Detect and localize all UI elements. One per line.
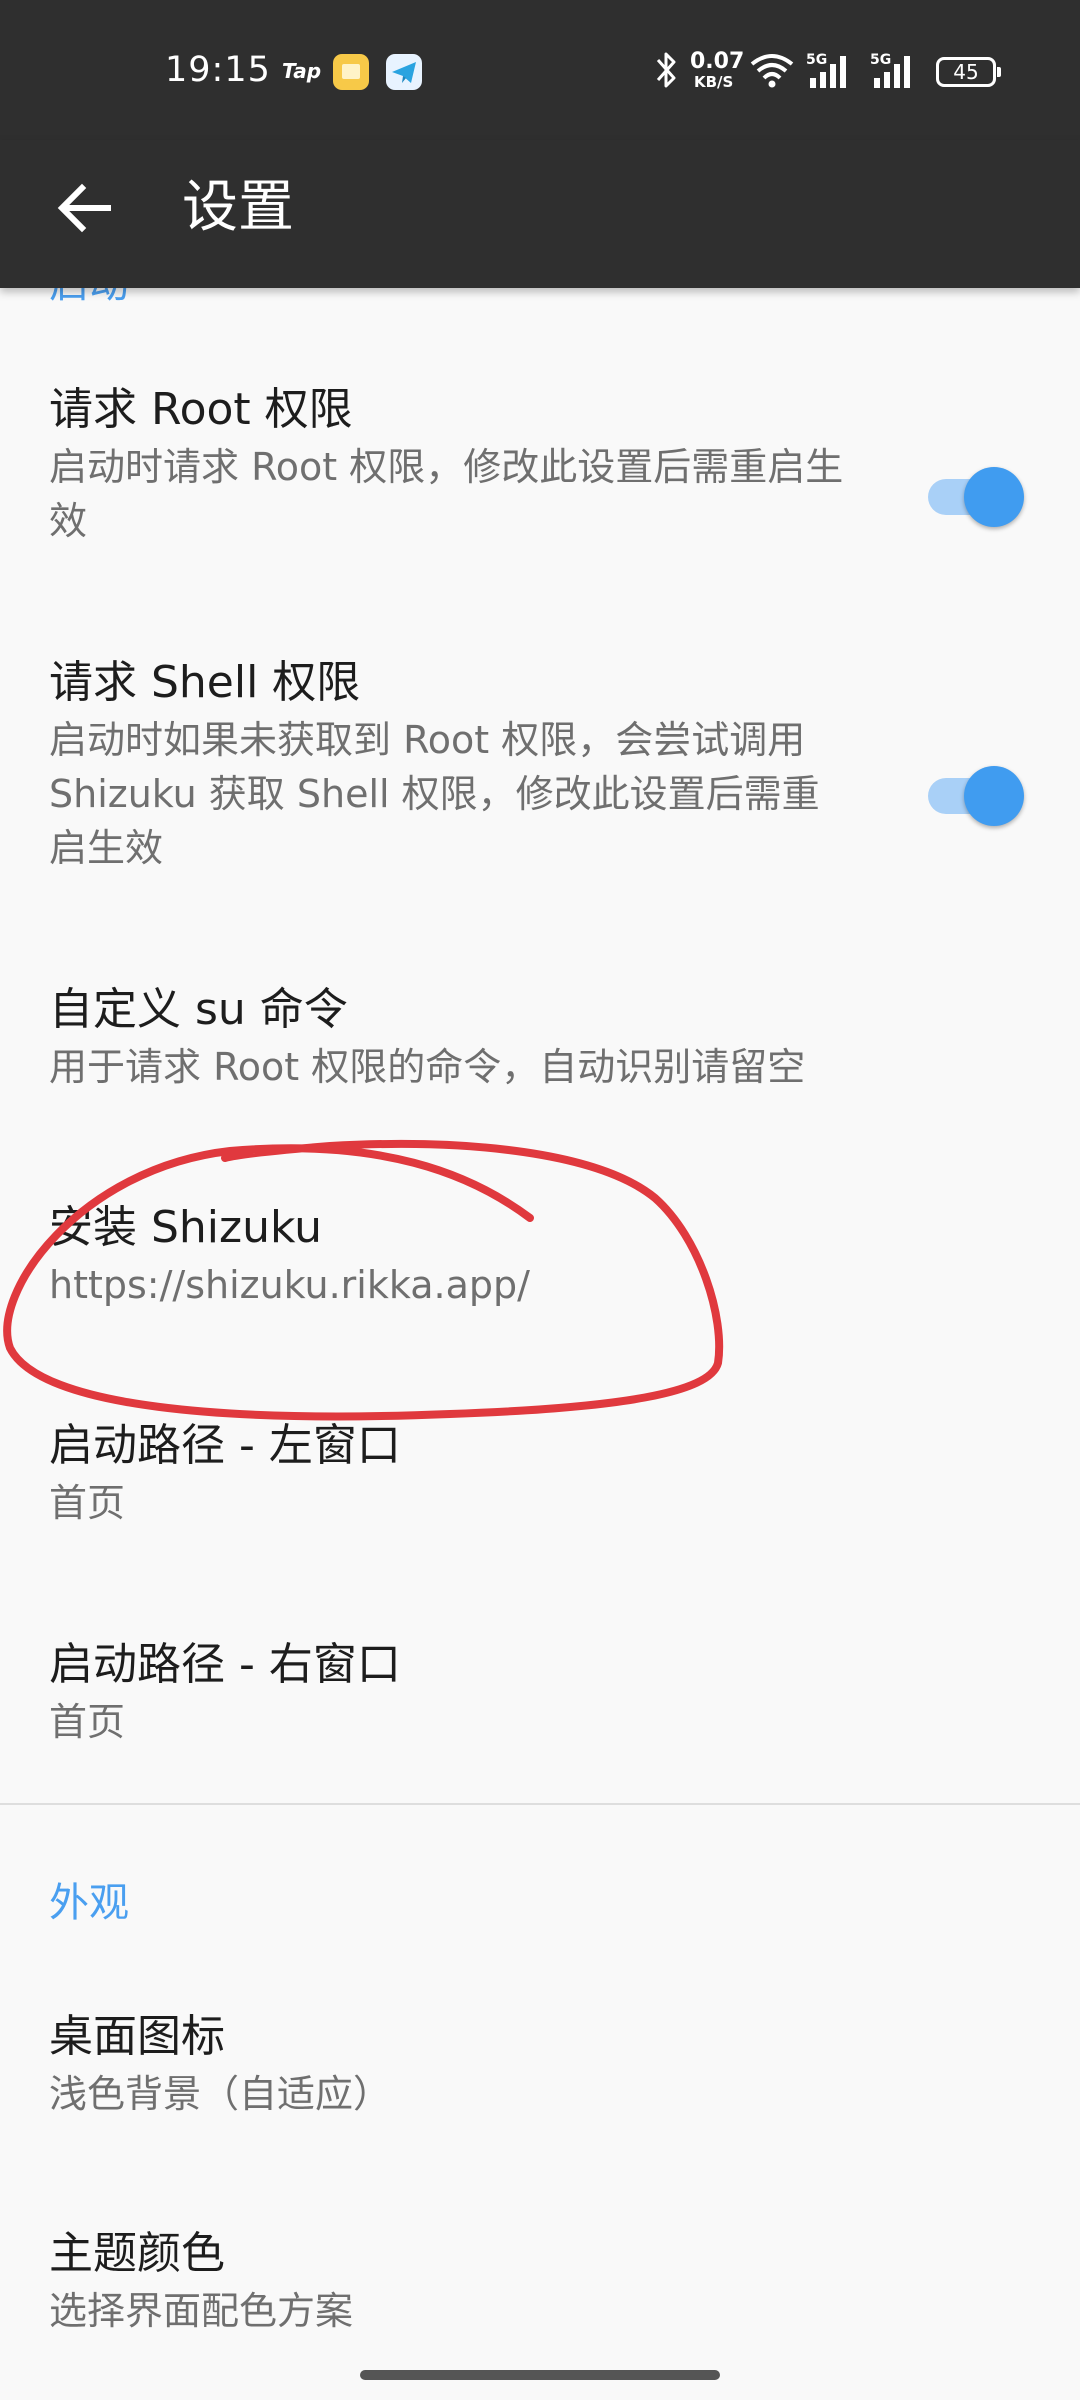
net-speed-value: 0.07 [690, 49, 745, 74]
wifi-icon [750, 54, 794, 88]
bluetooth-icon [656, 52, 676, 88]
setting-summary: 启动时如果未获取到 Root 权限，会尝试调用 Shizuku 获取 Shell… [49, 718, 820, 870]
page-title: 设置 [182, 175, 294, 240]
settings-screen: 19:15 Tap 0.07 KB/S 5G 5G 45 设置 请求 Root … [0, 0, 1080, 2400]
settings-list[interactable]: 启动 请求 Root 权限 启动时请求 Root 权限，修改此设置后需重启生效 … [0, 288, 1080, 2400]
battery-icon: 45 [936, 57, 1001, 87]
network-label-1: 5G [806, 52, 827, 68]
home-indicator[interactable] [360, 2370, 720, 2380]
setting-custom-su[interactable]: 自定义 su 命令 用于请求 Root 权限的命令，自动识别请留空 [0, 980, 1080, 1110]
request-shell-switch[interactable] [924, 764, 1024, 828]
status-time: 19:15 [165, 50, 271, 90]
setting-install-shizuku[interactable]: 安装 Shizuku https://shizuku.rikka.app/ [0, 1198, 1080, 1328]
setting-summary: 用于请求 Root 权限的命令，自动识别请留空 [49, 1045, 806, 1089]
switch-thumb [964, 766, 1024, 826]
setting-launch-path-left[interactable]: 启动路径 - 左窗口 首页 [0, 1416, 1080, 1546]
setting-title: 安装 Shizuku [49, 1202, 323, 1253]
section-header-appearance: 外观 [49, 1880, 129, 1926]
setting-desktop-icon[interactable]: 桌面图标 浅色背景（自适应） [0, 2007, 1080, 2137]
setting-title: 主题颜色 [49, 2228, 225, 2279]
net-speed-unit: KB/S [694, 73, 734, 91]
signal-icon-2: 5G [870, 52, 910, 88]
setting-title: 请求 Root 权限 [49, 384, 353, 435]
setting-title: 请求 Shell 权限 [49, 657, 361, 708]
setting-summary: 首页 [49, 1700, 126, 1744]
setting-request-root[interactable]: 请求 Root 权限 启动时请求 Root 权限，修改此设置后需重启生效 [0, 380, 1080, 620]
setting-summary: 首页 [49, 1481, 126, 1525]
setting-summary: 选择界面配色方案 [49, 2289, 354, 2333]
setting-summary: 浅色背景（自适应） [49, 2072, 392, 2116]
setting-title: 启动路径 - 左窗口 [49, 1420, 401, 1471]
setting-launch-path-right[interactable]: 启动路径 - 右窗口 首页 [0, 1635, 1080, 1765]
setting-theme-color[interactable]: 主题颜色 选择界面配色方案 [0, 2224, 1080, 2354]
setting-summary: 启动时请求 Root 权限，修改此设置后需重启生效 [49, 445, 844, 543]
book-icon [333, 54, 369, 90]
setting-summary: https://shizuku.rikka.app/ [49, 1263, 530, 1307]
setting-title: 自定义 su 命令 [49, 984, 348, 1035]
request-root-switch[interactable] [924, 465, 1024, 529]
taptap-icon: Tap [282, 59, 322, 83]
setting-request-shell[interactable]: 请求 Shell 权限 启动时如果未获取到 Root 权限，会尝试调用 Shiz… [0, 653, 1080, 933]
signal-icon-1: 5G [806, 52, 846, 88]
app-toolbar: 设置 [0, 140, 1080, 288]
section-divider [0, 1803, 1080, 1805]
status-bar: 19:15 Tap 0.07 KB/S 5G 5G 45 [0, 0, 1080, 140]
setting-title: 启动路径 - 右窗口 [49, 1639, 401, 1690]
switch-thumb [964, 467, 1024, 527]
telegram-icon [386, 54, 422, 90]
section-header-startup: 启动 [49, 288, 129, 310]
back-arrow-icon[interactable] [50, 174, 118, 242]
setting-title: 桌面图标 [49, 2011, 225, 2062]
network-label-2: 5G [870, 52, 891, 68]
